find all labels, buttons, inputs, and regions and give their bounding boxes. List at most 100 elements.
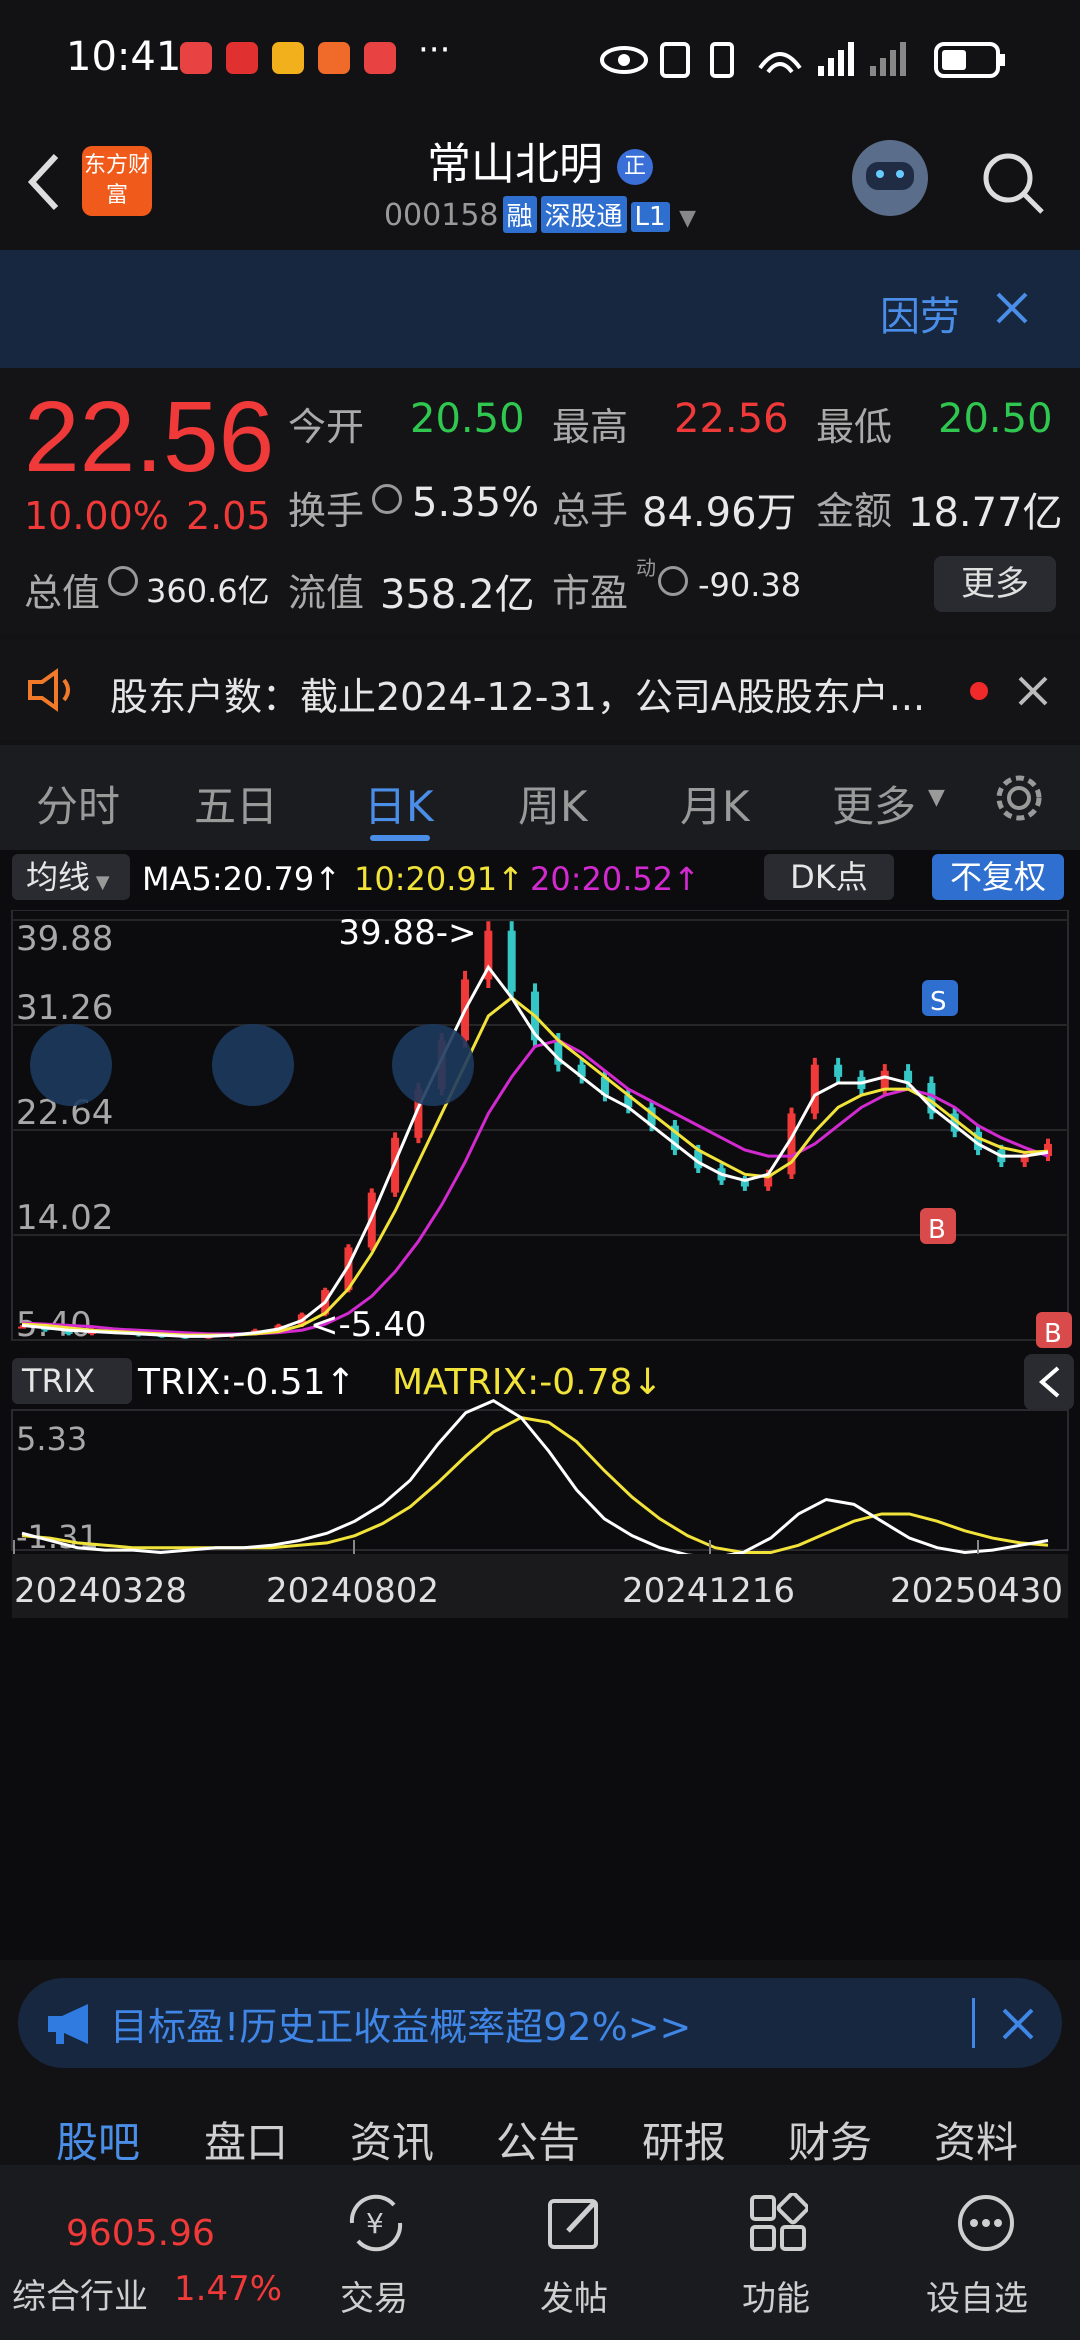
subnav-finance[interactable]: 财务 [788,2109,872,2170]
close-icon[interactable] [1000,2006,1036,2042]
notice-text: 股东户数：截止2024-12-31，公司A股股东户... [110,675,926,719]
stock-name: 常山北明 [427,139,603,190]
tab-five-day[interactable]: 五日 [194,773,278,834]
close-icon[interactable] [994,290,1030,326]
matrix-readout: MATRIX:-0.78↓ [392,1362,663,1403]
shareholder-notice[interactable]: 股东户数：截止2024-12-31，公司A股股东户... [0,640,1080,740]
subnav-news[interactable]: 资讯 [350,2109,434,2170]
ma-selector[interactable]: 均线 ▼ [12,854,130,900]
candle-body [507,930,516,992]
trade-button[interactable]: ¥ 交易 [316,2175,436,2325]
chevron-down-icon: ▼ [928,785,945,810]
subnav-guba[interactable]: 股吧 [56,2109,140,2170]
search-icon[interactable] [978,148,1048,218]
announcement-banner[interactable]: 因劳 [0,250,1080,368]
subnav-announcements[interactable]: 公告 [496,2109,580,2170]
subnav-pankou[interactable]: 盘口 [204,2109,288,2170]
zoom-out-button[interactable] [212,1024,294,1106]
open-value: 20.50 [410,396,525,442]
banner-text: 因劳 [880,294,960,340]
industry-index[interactable]: 9605.96 综合行业 1.47% [0,2165,282,2340]
signal-marker-label: S [930,987,947,1017]
info-icon[interactable] [372,484,402,514]
pe-value: -90.38 [698,566,802,604]
last-price: 22.56 [24,381,275,493]
turnover-value: 5.35% [412,480,540,526]
tab-daily-k[interactable]: 日K [364,773,434,834]
tab-weekly-k[interactable]: 周K [518,773,588,834]
change-percent: 10.00% [24,494,169,538]
grid-icon [750,2193,808,2251]
quote-panel: 22.56 10.00% 2.05 今开 20.50 最高 22.56 最低 2… [0,368,1080,633]
tag-margin: 融 [502,196,537,233]
change-amount: 2.05 [186,494,271,538]
collapse-indicator-button [1024,1354,1074,1410]
more-button[interactable]: 更多 [934,556,1056,612]
add-watchlist-button[interactable]: 设自选 [910,2175,1060,2325]
x-tick-label: 20240802 [266,1571,439,1611]
active-tab-indicator [370,835,430,841]
app-notification-icon [226,42,258,74]
amount-label: 金额 [816,489,893,533]
mktcap-value: 360.6亿 [146,572,270,610]
yuan-exchange-icon: ¥ [349,2194,403,2252]
post-button[interactable]: 发帖 [516,2175,636,2325]
functions-button[interactable]: 功能 [718,2175,838,2325]
trix-readout: TRIX:-0.51↑ [137,1362,356,1403]
promo-text: 目标盈!历史正收益概率超92%>> [110,2005,692,2049]
subnav-profile[interactable]: 资料 [934,2109,1018,2170]
info-icon[interactable] [108,566,138,596]
pe-superscript: 动 [636,556,656,580]
amount-value: 18.77亿 [908,490,1063,536]
dk-point-button[interactable]: DK点 [764,854,894,900]
ma20-line [21,1038,1049,1336]
divider [972,1998,975,2048]
kline-chart[interactable]: 均线 ▼ MA5:20.79↑ 10:20.91↑ 20:20.52↑ DK点 … [0,850,1080,1960]
status-icons [600,42,1005,78]
status-time: 10:41 [66,34,182,80]
adjust-button[interactable]: 不复权 [932,854,1064,900]
turnover-label: 换手 [288,489,365,533]
subnav-research[interactable]: 研报 [642,2109,726,2170]
ma10-readout: 10:20.91↑ [354,860,524,898]
verified-badge: 正 [617,149,653,185]
more-circle-icon [958,2195,1014,2251]
chart-tabs: 分时 五日 日K 周K 月K 更多 ▼ [0,745,1080,850]
edit-icon [548,2199,598,2249]
zoom-in-button[interactable] [392,1024,474,1106]
high-label: 最高 [552,405,629,449]
svg-text:¥: ¥ [366,2207,384,2240]
low-value: 20.50 [938,396,1053,442]
y-tick-label: 14.02 [16,1198,113,1238]
x-tick-label: 20250430 [890,1571,1063,1611]
matrix-line [21,1416,1049,1555]
status-bar: 10:41 ··· [0,0,1080,120]
scroll-left-fast-button[interactable] [30,1024,112,1106]
high-value: 22.56 [674,396,789,442]
more-notifications-icon: ··· [418,30,451,70]
signal-marker-label: B [928,1215,946,1245]
info-icon[interactable] [658,566,688,596]
trix-panel-border [11,1409,1069,1551]
volume-value: 84.96万 [642,490,797,536]
close-icon[interactable] [1016,674,1050,708]
price-panel-border [11,910,1069,1341]
tab-intraday[interactable]: 分时 [36,773,120,834]
promo-banner[interactable]: 目标盈!历史正收益概率超92%>> [18,1978,1062,2068]
kline-svg: 39.8831.2622.6414.025.4039.88-><-5.40SBB… [11,910,1074,1618]
low-label: 最低 [816,405,893,449]
gear-icon[interactable] [992,771,1046,825]
app-notification-icon [180,42,212,74]
trix-tick-label: 5.33 [16,1420,87,1458]
unread-dot [970,682,988,700]
index-value: 9605.96 [66,2213,215,2254]
float-value: 358.2亿 [380,572,535,618]
tab-monthly-k[interactable]: 月K [680,773,750,834]
speaker-icon [28,668,70,712]
candle-body [834,1064,843,1077]
y-tick-label: 39.88 [16,919,113,959]
app-notification-icon [364,42,396,74]
robot-assistant-icon[interactable] [852,140,928,216]
tab-more[interactable]: 更多 [832,773,916,834]
trix-line [21,1399,1049,1559]
